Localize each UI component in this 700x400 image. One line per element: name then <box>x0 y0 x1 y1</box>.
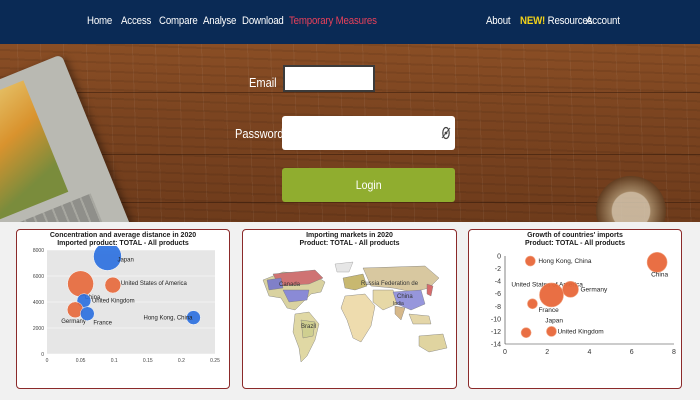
x-tick-label: 4 <box>588 349 592 356</box>
wood-plank-line <box>0 92 700 93</box>
data-label: Germany <box>580 286 607 293</box>
top-navigation: Home Access Compare Analyse Download Tem… <box>0 0 700 44</box>
y-tick-label: -8 <box>495 304 501 311</box>
map-greenland <box>334 261 354 273</box>
nav-temporary-measures[interactable]: Temporary Measures <box>289 15 377 27</box>
x-tick-label: 0 <box>503 349 507 356</box>
x-tick-label: 0.2 <box>178 358 185 364</box>
y-tick-label: 0 <box>41 352 44 358</box>
data-point <box>546 326 557 337</box>
x-tick-label: 0.1 <box>111 358 118 364</box>
data-point <box>104 276 122 294</box>
x-tick-label: 6 <box>630 349 634 356</box>
data-point <box>527 298 538 310</box>
x-tick-label: 0.05 <box>76 358 86 364</box>
nav-compare[interactable]: Compare <box>159 15 198 27</box>
password-field[interactable] <box>282 116 455 150</box>
data-point <box>646 251 668 273</box>
data-label: France <box>538 307 559 314</box>
laptop-image <box>0 54 139 222</box>
password-label: Password <box>235 126 284 141</box>
map-india <box>394 305 406 321</box>
y-tick-label: 6000 <box>33 274 44 280</box>
y-tick-label: -14 <box>491 342 501 349</box>
data-label: Germany <box>61 319 86 325</box>
y-tick-label: -6 <box>495 291 501 298</box>
x-tick-label: 0.15 <box>143 358 153 364</box>
map-label-brazil: Brazil <box>301 324 316 330</box>
x-tick-label: 0 <box>46 358 49 364</box>
data-label: United Kingdom <box>92 299 135 305</box>
nav-analyse[interactable]: Analyse <box>203 15 236 27</box>
map-japan <box>426 283 434 297</box>
chart-panel-growth[interactable]: Growth of countries' imports Product: TO… <box>468 229 682 389</box>
chart-title-line1: Importing markets in 2020 <box>306 232 393 239</box>
coffee-cup-image <box>596 176 666 222</box>
email-label: Email <box>249 75 277 90</box>
x-tick-label: 8 <box>672 349 676 356</box>
nav-access[interactable]: Access <box>121 15 151 27</box>
data-point <box>80 306 95 321</box>
world-map: Canada Russia Federation de China Brazil… <box>262 261 448 363</box>
nav-home[interactable]: Home <box>87 15 112 27</box>
chart-subtitle: Product: TOTAL - All products <box>299 239 400 247</box>
data-point <box>539 282 564 308</box>
chart-title: Concentration and average distance in 20… <box>17 232 229 247</box>
laptop-screen <box>0 80 69 222</box>
nav-download[interactable]: Download <box>242 15 284 27</box>
map-label-russia: Russia Federation de <box>361 281 419 287</box>
chart-panel-concentration[interactable]: Concentration and average distance in 20… <box>16 229 230 389</box>
map-label-canada: Canada <box>279 282 301 288</box>
y-tick-label: 0 <box>497 254 501 261</box>
chart-title: Importing markets in 2020 Product: TOTAL… <box>243 232 456 247</box>
data-label: Japan <box>117 258 133 264</box>
growth-chart: 0-2-4-6-8-10-12-140 2 4 6 8Hong Kong, ChinaC… <box>491 251 676 356</box>
data-label: Hong Kong, China <box>143 316 193 322</box>
map-australia <box>418 333 448 353</box>
show-password-icon[interactable] <box>441 126 451 140</box>
nav-account[interactable]: Account <box>586 15 620 27</box>
map-label-china: China <box>397 294 413 300</box>
y-tick-label: -12 <box>491 329 501 336</box>
nav-resources[interactable]: NEW! Resources <box>520 15 592 27</box>
x-tick-label: 2 <box>545 349 549 356</box>
data-label: France <box>93 321 112 327</box>
new-badge: NEW! <box>520 15 546 27</box>
y-tick-label: -2 <box>495 266 501 273</box>
concentration-chart: 0 2000 4000 6000 8000 0 0.05 0.1 0.15 0.2 0.25 Japa… <box>33 246 220 364</box>
data-label: United Kingdom <box>557 328 603 335</box>
login-button-label: Login <box>355 178 382 192</box>
chart-title-line1: Growth of countries' imports <box>527 232 623 239</box>
nav-about[interactable]: About <box>486 15 511 27</box>
y-tick-label: 8000 <box>33 248 44 254</box>
login-button[interactable]: Login <box>282 168 455 202</box>
y-tick-label: -4 <box>495 279 501 286</box>
email-field[interactable] <box>283 65 375 92</box>
wood-plank-line <box>0 154 700 155</box>
chart-panel-importing-markets[interactable]: Importing markets in 2020 Product: TOTAL… <box>242 229 457 389</box>
data-point <box>520 327 532 338</box>
data-point <box>562 281 579 298</box>
x-tick-label: 0.25 <box>210 358 220 364</box>
chart-title-line1: Concentration and average distance in 20… <box>49 232 197 239</box>
y-tick-label: 2000 <box>33 326 44 332</box>
map-label-india: India <box>393 301 404 307</box>
data-label: Hong Kong, China <box>538 258 592 265</box>
data-point <box>67 270 94 298</box>
map-southeast-asia <box>408 313 432 325</box>
map-africa <box>340 293 376 343</box>
data-label: Japan <box>545 318 563 325</box>
y-tick-label: -10 <box>491 316 501 323</box>
data-label: United States of America <box>121 281 188 287</box>
data-label: China <box>651 271 668 278</box>
data-point <box>525 255 536 267</box>
y-tick-label: 4000 <box>33 300 44 306</box>
chart-title: Growth of countries' imports Product: TO… <box>469 232 681 247</box>
